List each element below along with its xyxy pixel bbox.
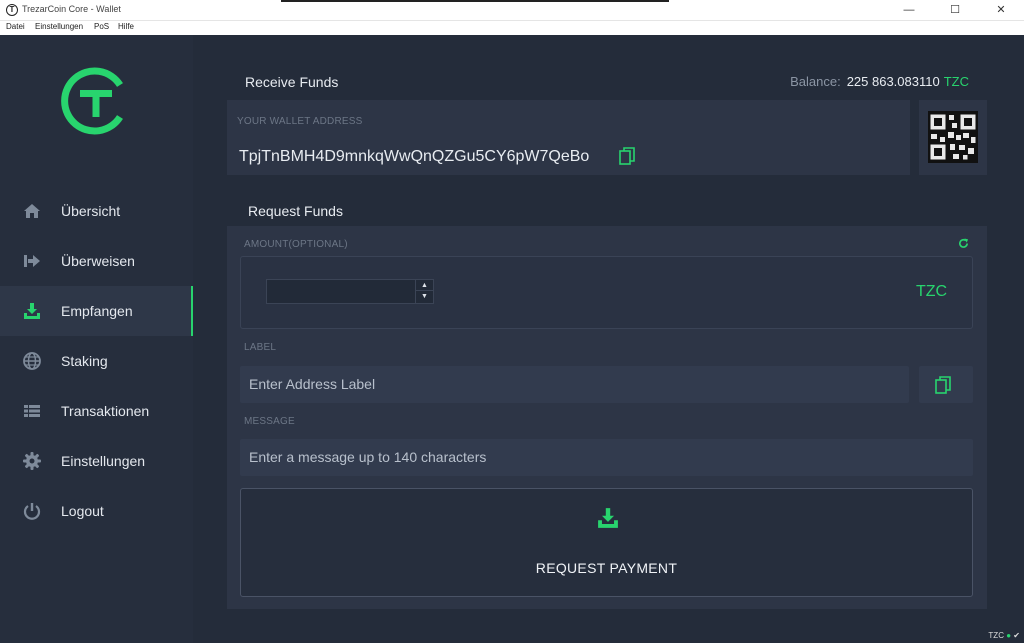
- amount-unit: TZC: [916, 283, 948, 300]
- sidebar-item-label: Übersicht: [61, 203, 121, 219]
- copy-icon: [935, 376, 951, 394]
- menu-bar: Datei Einstellungen PoS Hilfe: [0, 21, 1024, 35]
- sidebar-item-label: Überweisen: [61, 253, 135, 269]
- close-button[interactable]: ✕: [978, 0, 1024, 21]
- balance-value: 225 863.083110: [846, 74, 940, 89]
- sidebar: Übersicht Überweisen Empfangen Staking T…: [0, 35, 193, 643]
- status-bar: TZC ● ✔: [988, 631, 1020, 640]
- sidebar-item-label: Einstellungen: [61, 453, 146, 469]
- menu-einstellungen[interactable]: Einstellungen: [35, 22, 83, 31]
- sidebar-item-ueberweisen[interactable]: Überweisen: [0, 236, 193, 286]
- status-unit: TZC: [988, 631, 1004, 640]
- wallet-address[interactable]: TpjTnBMH4D9mnkqWwQnQZGu5CY6pW7QeBo: [239, 148, 589, 166]
- qr-code-button[interactable]: [919, 100, 987, 175]
- sidebar-item-logout[interactable]: Logout: [0, 486, 193, 536]
- sidebar-item-label: Transaktionen: [61, 403, 150, 419]
- sidebar-item-einstellungen[interactable]: Einstellungen: [0, 436, 193, 486]
- sync-status-icon: ✔: [1013, 631, 1020, 640]
- gear-icon: [23, 452, 41, 470]
- qr-code-icon: [928, 111, 978, 163]
- copy-label-button[interactable]: [919, 366, 973, 403]
- globe-icon: [23, 352, 41, 370]
- list-icon: [24, 405, 40, 417]
- spin-up-icon[interactable]: ▲: [416, 280, 433, 291]
- sidebar-item-label: Empfangen: [61, 303, 133, 319]
- amount-spinbox[interactable]: ▲ ▼: [266, 279, 434, 304]
- receive-funds-title: Receive Funds: [245, 74, 339, 90]
- menu-hilfe[interactable]: Hilfe: [118, 22, 134, 31]
- app-logo-icon: T: [6, 4, 18, 16]
- address-label-placeholder: Enter Address Label: [249, 376, 376, 392]
- wallet-address-label: YOUR WALLET ADDRESS: [237, 116, 363, 127]
- request-funds-title: Request Funds: [248, 203, 343, 219]
- menu-pos[interactable]: PoS: [94, 22, 109, 31]
- message-field-label: MESSAGE: [244, 416, 295, 427]
- wallet-app: Übersicht Überweisen Empfangen Staking T…: [0, 35, 1024, 643]
- sidebar-item-transaktionen[interactable]: Transaktionen: [0, 386, 193, 436]
- maximize-button[interactable]: ☐: [932, 0, 978, 21]
- minimize-button[interactable]: —: [886, 0, 932, 21]
- title-bar: T TrezarCoin Core - Wallet — ☐ ✕: [0, 0, 1024, 21]
- refresh-icon[interactable]: [958, 238, 969, 249]
- address-label-input[interactable]: Enter Address Label: [240, 366, 909, 403]
- sidebar-item-uebersicht[interactable]: Übersicht: [0, 186, 193, 236]
- power-icon: [23, 503, 41, 520]
- receive-icon: [24, 303, 40, 319]
- request-payment-label: REQUEST PAYMENT: [535, 560, 678, 576]
- sidebar-item-label: Staking: [61, 353, 108, 369]
- balance-label: Balance:: [790, 74, 841, 89]
- amount-label: AMOUNT(OPTIONAL): [244, 239, 348, 250]
- window-title: TrezarCoin Core - Wallet: [22, 4, 121, 14]
- balance-unit: TZC: [943, 74, 969, 89]
- sidebar-item-staking[interactable]: Staking: [0, 336, 193, 386]
- sidebar-item-empfangen[interactable]: Empfangen: [0, 286, 193, 336]
- copy-address-icon[interactable]: [619, 147, 635, 165]
- home-icon: [24, 204, 40, 218]
- download-icon: [598, 508, 618, 528]
- spin-down-icon[interactable]: ▼: [416, 291, 433, 302]
- trezarcoin-logo-icon: [61, 67, 123, 135]
- balance-display: Balance: 225 863.083110 TZC: [790, 74, 969, 89]
- sidebar-item-label: Logout: [61, 503, 104, 519]
- message-input[interactable]: Enter a message up to 140 characters: [240, 439, 973, 476]
- request-payment-button[interactable]: REQUEST PAYMENT: [240, 488, 973, 597]
- label-field-label: LABEL: [244, 342, 277, 353]
- network-status-icon: ●: [1006, 631, 1012, 640]
- send-icon: [24, 255, 40, 267]
- title-progress-line: [281, 0, 669, 2]
- message-placeholder: Enter a message up to 140 characters: [249, 449, 487, 465]
- spinbox-arrows: ▲ ▼: [415, 280, 433, 303]
- menu-datei[interactable]: Datei: [6, 22, 25, 31]
